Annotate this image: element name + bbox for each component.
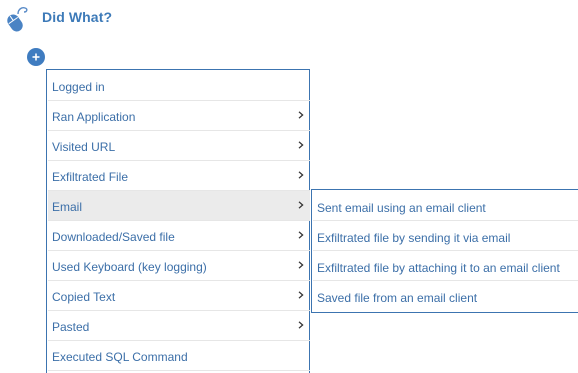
chevron-right-icon xyxy=(298,141,304,149)
plus-icon xyxy=(32,53,40,61)
submenu-item-saved-file-from-email[interactable]: Saved file from an email client xyxy=(313,281,578,311)
menu-item-label: Logged in xyxy=(52,80,105,94)
submenu-item-label: Exfiltrated file by attaching it to an e… xyxy=(317,261,560,275)
submenu-item-exfiltrated-by-attaching[interactable]: Exfiltrated file by attaching it to an e… xyxy=(313,251,578,281)
mouse-icon xyxy=(7,7,28,32)
chevron-right-icon xyxy=(298,171,304,179)
chevron-right-icon xyxy=(298,321,304,329)
submenu-item-label: Sent email using an email client xyxy=(317,201,486,215)
submenu-item-sent-email[interactable]: Sent email using an email client xyxy=(313,191,578,221)
menu-item-label: Visited URL xyxy=(52,140,116,154)
menu-item-downloaded-saved-file[interactable]: Downloaded/Saved file xyxy=(48,221,310,251)
action-menu: Logged in Ran Application Visited URL Ex… xyxy=(46,69,310,373)
menu-item-exfiltrated-file[interactable]: Exfiltrated File xyxy=(48,161,310,191)
chevron-right-icon xyxy=(298,201,304,209)
menu-item-executed-sql-command[interactable]: Executed SQL Command xyxy=(48,341,310,371)
add-button[interactable] xyxy=(27,48,45,66)
menu-item-label: Used Keyboard (key logging) xyxy=(52,260,207,274)
chevron-right-icon xyxy=(298,231,304,239)
menu-item-ran-application[interactable]: Ran Application xyxy=(48,101,310,131)
submenu-item-exfiltrated-via-email[interactable]: Exfiltrated file by sending it via email xyxy=(313,221,578,251)
menu-item-label: Email xyxy=(52,200,83,214)
did-what-panel: Did What? Logged in Ran Application Visi… xyxy=(0,0,578,373)
chevron-right-icon xyxy=(298,261,304,269)
submenu-item-label: Saved file from an email client xyxy=(317,291,478,305)
menu-item-label: Executed SQL Command xyxy=(52,350,188,364)
menu-item-label: Downloaded/Saved file xyxy=(52,230,175,244)
menu-item-label: Exfiltrated File xyxy=(52,170,129,184)
menu-item-label: Pasted xyxy=(52,320,90,334)
menu-item-visited-url[interactable]: Visited URL xyxy=(48,131,310,161)
chevron-right-icon xyxy=(298,291,304,299)
menu-item-label: Ran Application xyxy=(52,110,136,124)
menu-item-email[interactable]: Email xyxy=(48,191,310,221)
menu-item-pasted[interactable]: Pasted xyxy=(48,311,310,341)
menu-item-logged-in[interactable]: Logged in xyxy=(48,71,310,101)
submenu-item-label: Exfiltrated file by sending it via email xyxy=(317,231,511,245)
page-title: Did What? xyxy=(42,9,113,25)
menu-item-label: Copied Text xyxy=(52,290,116,304)
menu-item-used-keyboard[interactable]: Used Keyboard (key logging) xyxy=(48,251,310,281)
menu-item-copied-text[interactable]: Copied Text xyxy=(48,281,310,311)
chevron-right-icon xyxy=(298,111,304,119)
email-submenu: Sent email using an email client Exfiltr… xyxy=(311,189,578,313)
